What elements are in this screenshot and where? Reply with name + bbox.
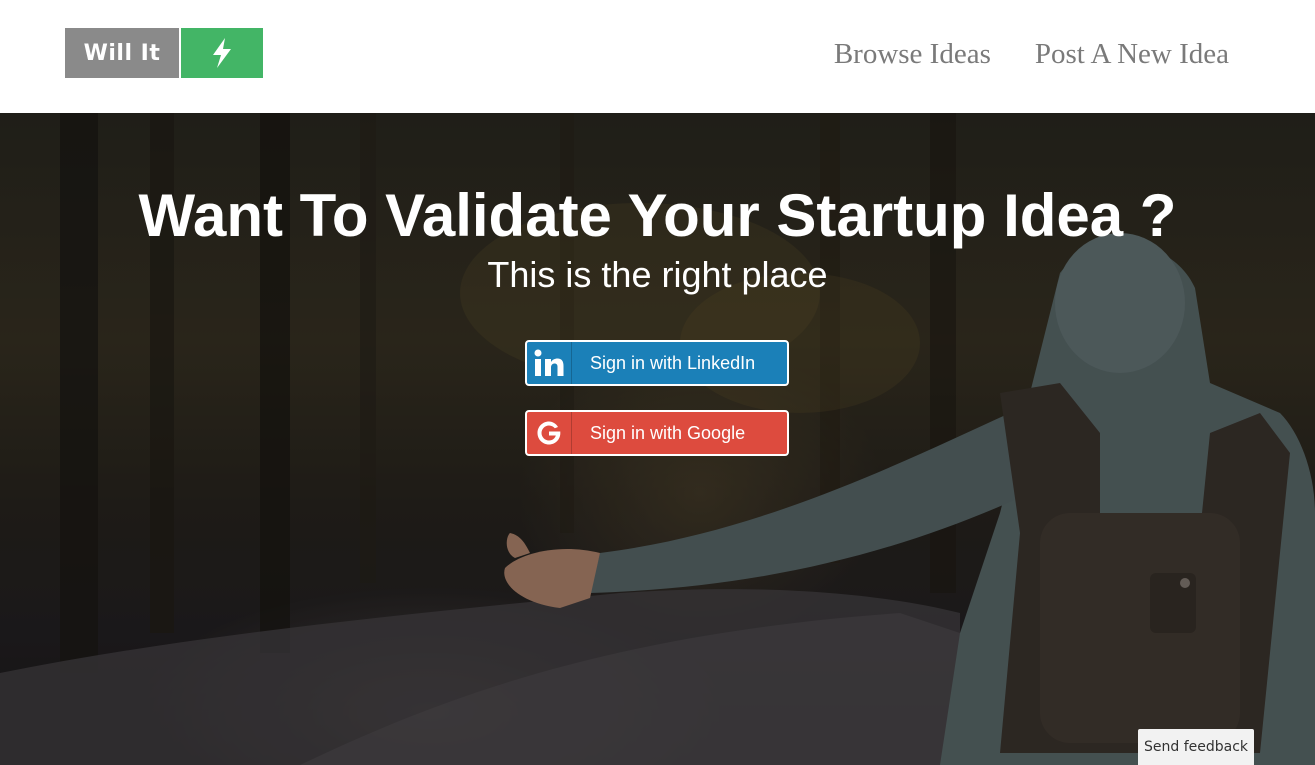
lightning-bolt-icon: [181, 28, 263, 78]
logo-text: Will It: [65, 28, 179, 78]
logo[interactable]: Will It: [65, 28, 263, 78]
hero-title: Want To Validate Your Startup Idea ?: [138, 182, 1177, 249]
google-button-label: Sign in with Google: [590, 422, 746, 443]
site-header: Will It Browse Ideas Post A New Idea: [0, 0, 1315, 113]
linkedin-icon: [527, 342, 572, 384]
hero-subtitle: This is the right place: [487, 254, 828, 295]
linkedin-button-label: Sign in with LinkedIn: [590, 352, 756, 373]
sign-in-linkedin-button[interactable]: Sign in with LinkedIn: [525, 340, 789, 386]
send-feedback-button[interactable]: Send feedback: [1138, 729, 1254, 765]
nav-post-new-idea[interactable]: Post A New Idea: [1035, 34, 1229, 74]
nav-browse-ideas[interactable]: Browse Ideas: [834, 34, 991, 74]
google-icon: [527, 412, 572, 454]
main-nav: Browse Ideas Post A New Idea: [834, 34, 1229, 74]
sign-in-google-button[interactable]: Sign in with Google: [525, 410, 789, 456]
hero-section: Want To Validate Your Startup Idea ? Thi…: [0, 113, 1315, 765]
